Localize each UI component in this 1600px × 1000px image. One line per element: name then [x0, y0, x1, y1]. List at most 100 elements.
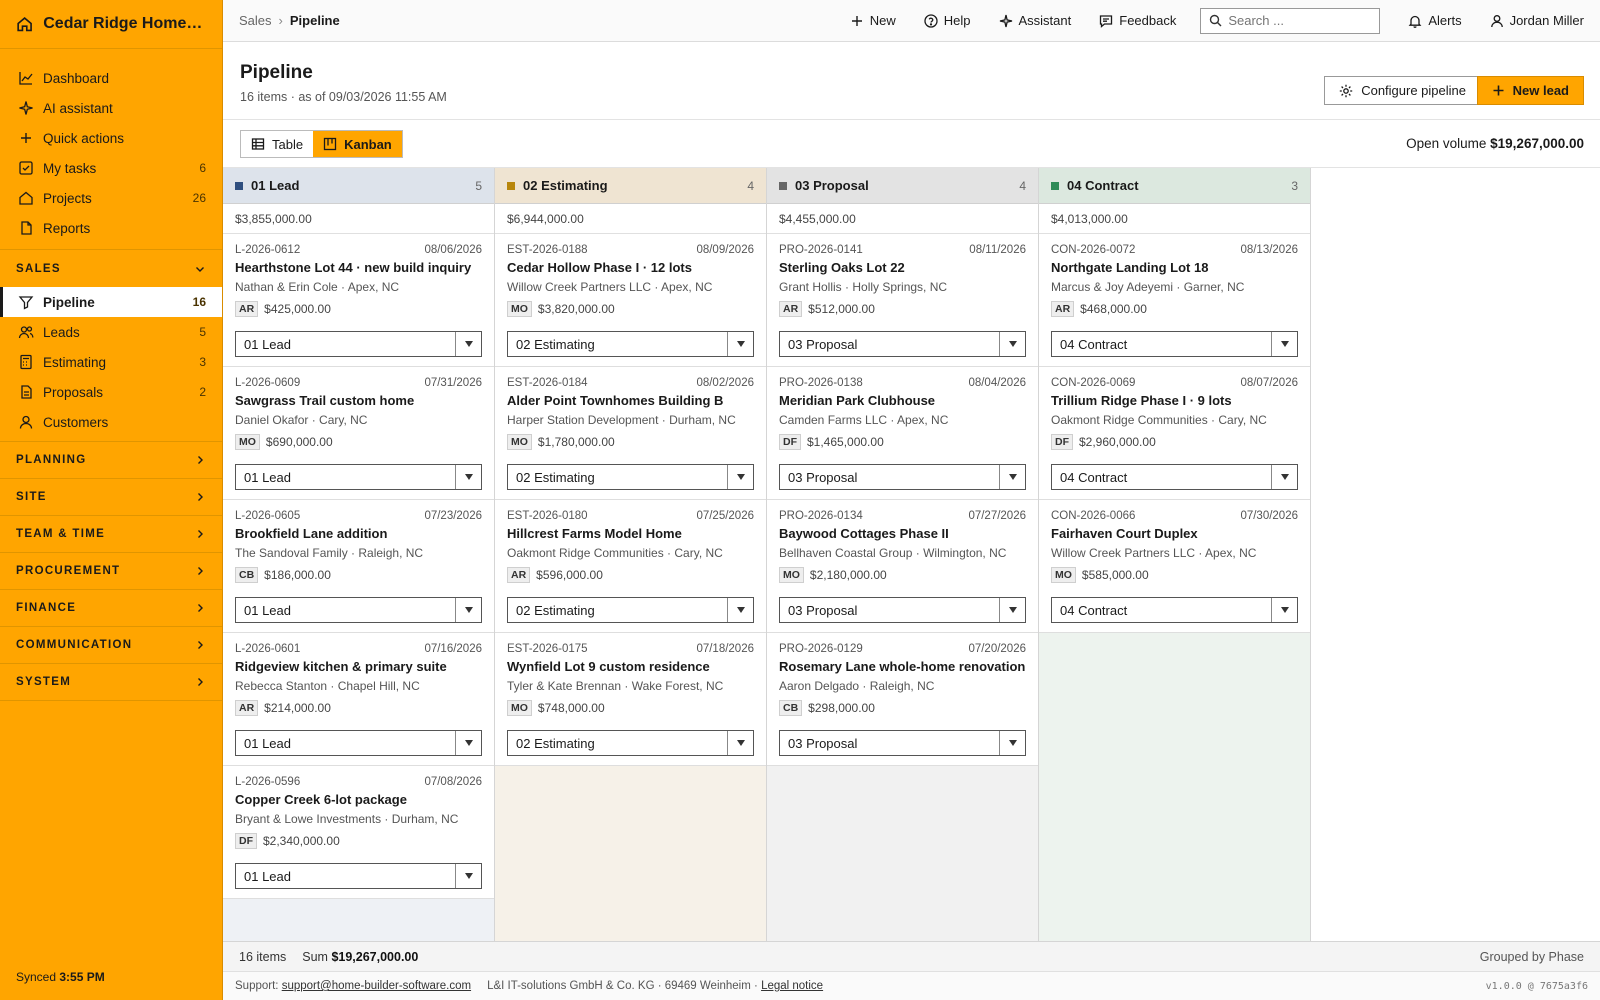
stage-select[interactable]: 01 Lead — [235, 331, 482, 357]
card-title[interactable]: Rosemary Lane whole-home renovation — [779, 659, 1026, 674]
card-meta: AR $468,000.00 — [1051, 301, 1298, 317]
assistant-button[interactable]: Assistant — [999, 13, 1072, 28]
card-header: CON-2026-0069 08/07/2026 — [1051, 377, 1298, 389]
card-date: 08/13/2026 — [1240, 244, 1298, 256]
search-box[interactable] — [1200, 7, 1381, 34]
sidebar-section-communication[interactable]: COMMUNICATION — [0, 627, 222, 664]
brand[interactable]: Cedar Ridge Homes L... — [0, 0, 222, 49]
card-title[interactable]: Copper Creek 6-lot package — [235, 792, 482, 807]
sidebar-item-dashboard[interactable]: Dashboard — [0, 63, 222, 93]
search-input[interactable] — [1228, 13, 1369, 28]
pipeline-card[interactable]: PRO-2026-0141 08/11/2026 Sterling Oaks Lot… — [767, 234, 1038, 367]
sidebar-item-reports[interactable]: Reports — [0, 213, 222, 243]
sidebar-section-planning[interactable]: PLANNING — [0, 442, 222, 479]
card-title[interactable]: Baywood Cottages Phase II — [779, 526, 1026, 541]
pipeline-card[interactable]: CON-2026-0066 07/30/2026 Fairhaven Court D… — [1039, 500, 1310, 633]
new-lead-button[interactable]: New lead — [1476, 76, 1584, 105]
pipeline-card[interactable]: EST-2026-0188 08/09/2026 Cedar Hollow Phas… — [495, 234, 766, 367]
column-header[interactable]: 01 Lead 5 — [223, 168, 494, 204]
card-title[interactable]: Hillcrest Farms Model Home — [507, 526, 754, 541]
sidebar-item-pipeline[interactable]: Pipeline 16 — [0, 287, 222, 317]
card-reference: EST-2026-0180 — [507, 510, 588, 522]
card-title[interactable]: Trillium Ridge Phase I · 9 lots — [1051, 393, 1298, 408]
pipeline-card[interactable]: L-2026-0609 07/31/2026 Sawgrass Trail cust… — [223, 367, 494, 500]
feedback-button[interactable]: Feedback — [1099, 13, 1176, 28]
card-title[interactable]: Sterling Oaks Lot 22 — [779, 260, 1026, 275]
legal-notice-link[interactable]: Legal notice — [761, 980, 823, 992]
card-title[interactable]: Meridian Park Clubhouse — [779, 393, 1026, 408]
stage-select[interactable]: 03 Proposal — [779, 464, 1026, 490]
help-button[interactable]: Help — [924, 13, 971, 28]
assistant-label: Assistant — [1018, 13, 1072, 28]
stage-select[interactable]: 01 Lead — [235, 597, 482, 623]
new-button[interactable]: New — [850, 13, 896, 28]
stage-select[interactable]: 01 Lead — [235, 863, 482, 889]
sidebar-item-customers[interactable]: Customers — [0, 407, 222, 437]
pipeline-card[interactable]: EST-2026-0180 07/25/2026 Hillcrest Farms M… — [495, 500, 766, 633]
sidebar-item-projects[interactable]: Projects 26 — [0, 183, 222, 213]
chevron-right-icon — [198, 604, 203, 612]
stage-select[interactable]: 04 Contract — [1051, 331, 1298, 357]
pipeline-card[interactable]: EST-2026-0184 08/02/2026 Alder Point Townh… — [495, 367, 766, 500]
filter-icon — [18, 296, 34, 310]
view-kanban-button[interactable]: Kanban — [313, 131, 402, 157]
breadcrumb-parent[interactable]: Sales — [239, 13, 272, 28]
sidebar-section-procurement[interactable]: PROCUREMENT — [0, 553, 222, 590]
pipeline-card[interactable]: CON-2026-0069 08/07/2026 Trillium Ridge Ph… — [1039, 367, 1310, 500]
pipeline-card[interactable]: PRO-2026-0134 07/27/2026 Baywood Cottages … — [767, 500, 1038, 633]
card-title[interactable]: Hearthstone Lot 44 · new build inquiry — [235, 260, 482, 275]
stage-select[interactable]: 02 Estimating — [507, 331, 754, 357]
pipeline-card[interactable]: PRO-2026-0129 07/20/2026 Rosemary Lane who… — [767, 633, 1038, 766]
card-client: Marcus & Joy Adeyemi · Garner, NC — [1051, 280, 1245, 294]
stage-select[interactable]: 03 Proposal — [779, 597, 1026, 623]
stage-select[interactable]: 02 Estimating — [507, 597, 754, 623]
card-title[interactable]: Wynfield Lot 9 custom residence — [507, 659, 754, 674]
card-title[interactable]: Northgate Landing Lot 18 — [1051, 260, 1298, 275]
view-table-button[interactable]: Table — [241, 131, 313, 157]
dropdown-arrow — [999, 598, 1025, 622]
card-title[interactable]: Ridgeview kitchen & primary suite — [235, 659, 482, 674]
stage-select[interactable]: 01 Lead — [235, 730, 482, 756]
sidebar-section-sales[interactable]: SALES — [0, 250, 222, 287]
pipeline-card[interactable]: L-2026-0605 07/23/2026 Brookfield Lane add… — [223, 500, 494, 633]
sidebar-item-estimating[interactable]: Estimating 3 — [0, 347, 222, 377]
pipeline-card[interactable]: CON-2026-0072 08/13/2026 Northgate Landing… — [1039, 234, 1310, 367]
sidebar-section-team-time[interactable]: TEAM & TIME — [0, 516, 222, 553]
stage-select[interactable]: 03 Proposal — [779, 331, 1026, 357]
pipeline-card[interactable]: L-2026-0612 08/06/2026 Hearthstone Lot 44 … — [223, 234, 494, 367]
stage-select[interactable]: 04 Contract — [1051, 464, 1298, 490]
column-header[interactable]: 02 Estimating 4 — [495, 168, 766, 204]
alerts-button[interactable]: Alerts — [1408, 13, 1462, 28]
card-title[interactable]: Alder Point Townhomes Building B — [507, 393, 754, 408]
sidebar-item-my-tasks[interactable]: My tasks 6 — [0, 153, 222, 183]
column-count: 4 — [747, 178, 754, 193]
card-title[interactable]: Cedar Hollow Phase I · 12 lots — [507, 260, 754, 275]
card-title[interactable]: Brookfield Lane addition — [235, 526, 482, 541]
search-icon — [1210, 14, 1222, 27]
pipeline-card[interactable]: L-2026-0596 07/08/2026 Copper Creek 6-lot … — [223, 766, 494, 899]
column-header[interactable]: 04 Contract 3 — [1039, 168, 1310, 204]
card-date: 08/06/2026 — [424, 244, 482, 256]
sidebar-section-finance[interactable]: FINANCE — [0, 590, 222, 627]
card-title[interactable]: Fairhaven Court Duplex — [1051, 526, 1298, 541]
configure-pipeline-button[interactable]: Configure pipeline — [1324, 76, 1481, 105]
stage-select[interactable]: 02 Estimating — [507, 730, 754, 756]
pipeline-card[interactable]: PRO-2026-0138 08/04/2026 Meridian Park Clu… — [767, 367, 1038, 500]
sidebar-item-leads[interactable]: Leads 5 — [0, 317, 222, 347]
stage-select[interactable]: 01 Lead — [235, 464, 482, 490]
sidebar-item-proposals[interactable]: Proposals 2 — [0, 377, 222, 407]
sidebar-section-site[interactable]: SITE — [0, 479, 222, 516]
stage-select[interactable]: 03 Proposal — [779, 730, 1026, 756]
pipeline-card[interactable]: L-2026-0601 07/16/2026 Ridgeview kitchen &… — [223, 633, 494, 766]
pipeline-card[interactable]: EST-2026-0175 07/18/2026 Wynfield Lot 9 cu… — [495, 633, 766, 766]
card-title[interactable]: Sawgrass Trail custom home — [235, 393, 482, 408]
user-menu[interactable]: Jordan Miller — [1490, 13, 1584, 28]
sidebar-section-system[interactable]: SYSTEM — [0, 664, 222, 701]
card-client: Willow Creek Partners LLC · Apex, NC — [507, 280, 713, 294]
stage-select[interactable]: 04 Contract — [1051, 597, 1298, 623]
sidebar-item-ai-assistant[interactable]: AI assistant — [0, 93, 222, 123]
column-header[interactable]: 03 Proposal 4 — [767, 168, 1038, 204]
support-email-link[interactable]: support@home-builder-software.com — [282, 980, 471, 992]
sidebar-item-quick-actions[interactable]: Quick actions — [0, 123, 222, 153]
stage-select[interactable]: 02 Estimating — [507, 464, 754, 490]
